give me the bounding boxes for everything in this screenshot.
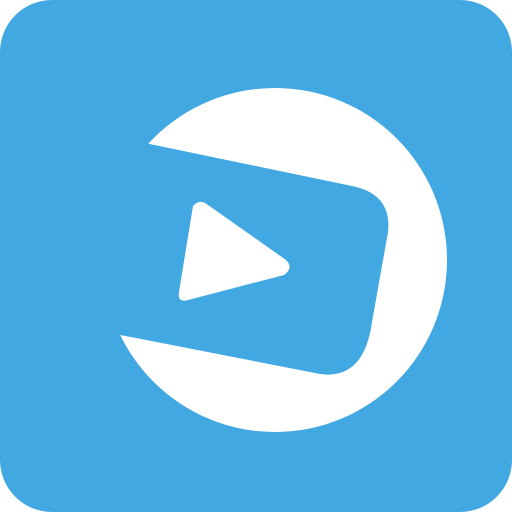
app-icon [0, 0, 512, 512]
app-icon-graphic [0, 0, 512, 512]
